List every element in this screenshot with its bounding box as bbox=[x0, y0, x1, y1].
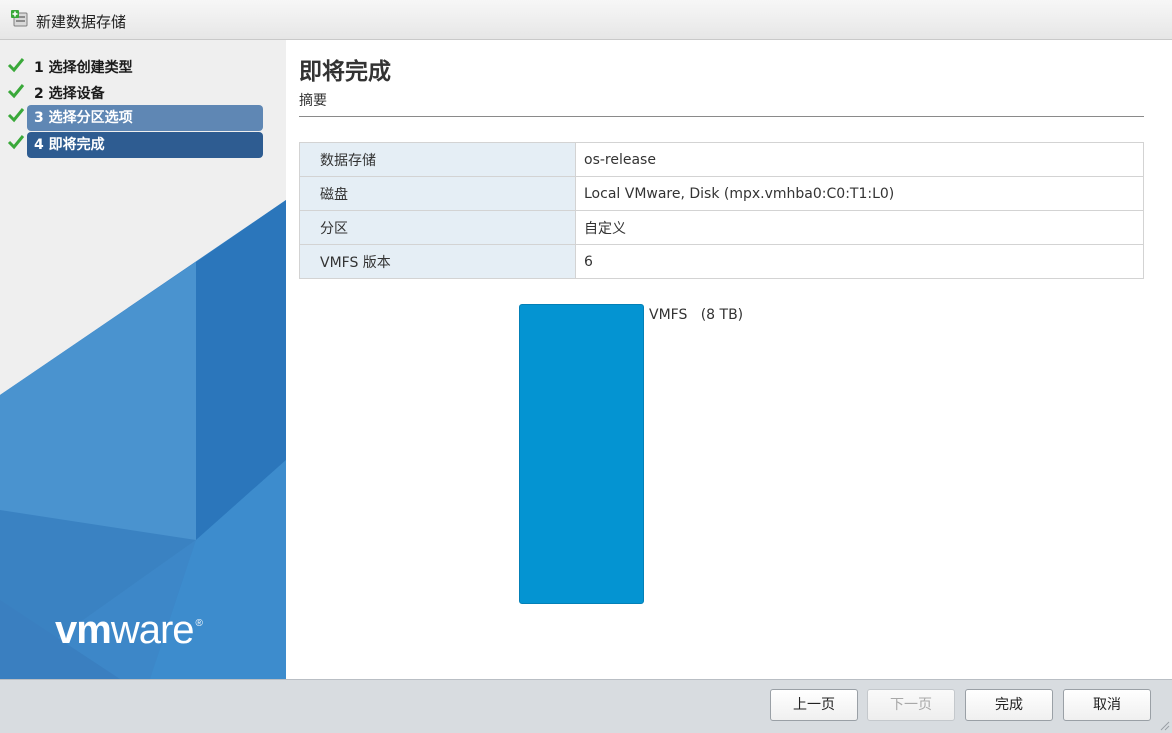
summary-key: 数据存储 bbox=[299, 142, 576, 177]
table-row: 数据存储 os-release bbox=[299, 142, 1144, 177]
wizard-step-4[interactable]: 4 即将完成 bbox=[0, 132, 286, 158]
summary-value: 自定义 bbox=[575, 210, 1144, 245]
partition-label: VMFS (8 TB) bbox=[649, 307, 744, 323]
back-button[interactable]: 上一页 bbox=[770, 689, 858, 721]
summary-table: 数据存储 os-release 磁盘 Local VMware, Disk (m… bbox=[299, 142, 1144, 279]
partition-bar-vmfs bbox=[519, 304, 644, 604]
check-icon bbox=[7, 58, 25, 73]
summary-value: Local VMware, Disk (mpx.vmhba0:C0:T1:L0) bbox=[575, 176, 1144, 211]
vmware-logo: vmware ® bbox=[55, 608, 203, 652]
dialog-title: 新建数据存储 bbox=[36, 13, 127, 31]
table-row: 分区 自定义 bbox=[299, 210, 1144, 245]
finish-button[interactable]: 完成 bbox=[965, 689, 1053, 721]
wizard-step-label: 2 选择设备 bbox=[34, 86, 105, 102]
wizard-step-label: 1 选择创建类型 bbox=[34, 60, 133, 76]
summary-key: 磁盘 bbox=[299, 176, 576, 211]
page-title: 即将完成 bbox=[299, 59, 391, 85]
dialog-footer: 上一页 下一页 完成 取消 bbox=[0, 679, 1172, 733]
check-icon bbox=[7, 135, 25, 150]
summary-key: 分区 bbox=[299, 210, 576, 245]
wizard-step-3[interactable]: 3 选择分区选项 bbox=[0, 105, 286, 131]
wizard-step-label: 3 选择分区选项 bbox=[27, 105, 263, 131]
resize-grip-icon[interactable] bbox=[1160, 721, 1170, 731]
table-row: 磁盘 Local VMware, Disk (mpx.vmhba0:C0:T1:… bbox=[299, 176, 1144, 211]
page-subtitle: 摘要 bbox=[299, 93, 327, 109]
cancel-button[interactable]: 取消 bbox=[1063, 689, 1151, 721]
wizard-content: 即将完成 摘要 数据存储 os-release 磁盘 Local VMware,… bbox=[286, 40, 1172, 679]
summary-value: os-release bbox=[575, 142, 1144, 177]
summary-key: VMFS 版本 bbox=[299, 244, 576, 279]
divider bbox=[299, 116, 1144, 117]
wizard-step-1[interactable]: 1 选择创建类型 bbox=[0, 55, 286, 81]
wizard-sidebar: 1 选择创建类型 2 选择设备 3 选择分区选项 4 即将完成 vmware ® bbox=[0, 40, 286, 679]
table-row: VMFS 版本 6 bbox=[299, 244, 1144, 279]
next-button[interactable]: 下一页 bbox=[867, 689, 955, 721]
wizard-step-2[interactable]: 2 选择设备 bbox=[0, 81, 286, 107]
check-icon bbox=[7, 108, 25, 123]
check-icon bbox=[7, 84, 25, 99]
wizard-step-label: 4 即将完成 bbox=[27, 132, 263, 158]
dialog-titlebar: 新建数据存储 bbox=[0, 0, 1172, 40]
datastore-add-icon bbox=[11, 10, 28, 27]
summary-value: 6 bbox=[575, 244, 1144, 279]
